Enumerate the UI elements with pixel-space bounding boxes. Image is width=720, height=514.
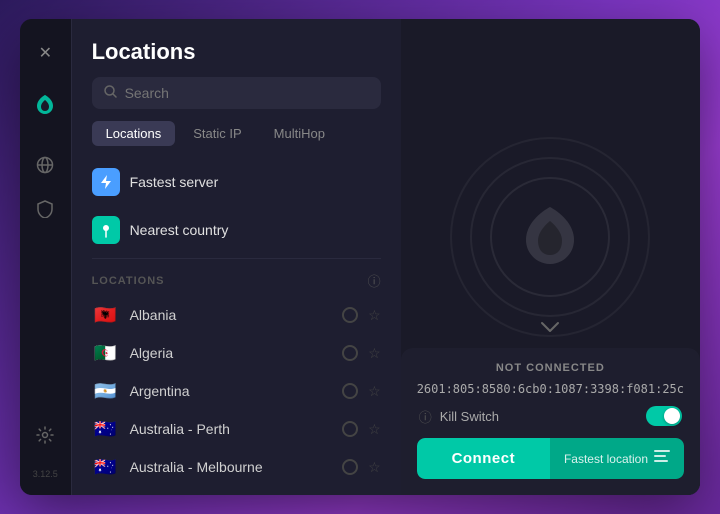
main-content: Locations Locations Static IP MultiHop bbox=[72, 19, 401, 495]
list-item[interactable]: 🇦🇷 Argentina ☆ bbox=[84, 372, 389, 410]
au-perth-star[interactable]: ☆ bbox=[368, 421, 381, 438]
circle-middle bbox=[470, 157, 630, 317]
bottom-panel: NOT CONNECTED 2601:805:8580:6cb0:1087:33… bbox=[401, 348, 700, 495]
argentina-radio[interactable] bbox=[342, 383, 358, 399]
section-label: LOCATIONS bbox=[92, 275, 165, 287]
lightning-icon bbox=[92, 168, 120, 196]
menu-lines-icon bbox=[654, 450, 670, 467]
toggle-thumb bbox=[664, 408, 680, 424]
tab-static-ip[interactable]: Static IP bbox=[179, 121, 255, 146]
list-item[interactable]: 🇦🇺 Australia - Adelaide ☆ bbox=[84, 486, 389, 495]
algeria-radio[interactable] bbox=[342, 345, 358, 361]
au-melbourne-star[interactable]: ☆ bbox=[368, 459, 381, 476]
fastest-server-item[interactable]: Fastest server bbox=[84, 158, 389, 206]
algeria-flag: 🇩🇿 bbox=[92, 343, 120, 363]
albania-label: Albania bbox=[130, 307, 333, 323]
settings-icon-button[interactable] bbox=[27, 417, 63, 453]
search-icon bbox=[104, 85, 117, 101]
info-icon[interactable]: ⓘ bbox=[368, 271, 381, 290]
sidebar-bottom: 3.12.5 bbox=[27, 417, 63, 479]
surfshark-logo-icon[interactable] bbox=[27, 87, 63, 123]
tab-multihop[interactable]: MultiHop bbox=[260, 121, 339, 146]
connection-status: NOT CONNECTED bbox=[417, 362, 684, 374]
algeria-label: Algeria bbox=[130, 345, 333, 361]
albania-radio[interactable] bbox=[342, 307, 358, 323]
page-title: Locations bbox=[92, 39, 381, 65]
au-perth-label: Australia - Perth bbox=[130, 421, 333, 437]
nearest-country-item[interactable]: Nearest country bbox=[84, 206, 389, 254]
argentina-star[interactable]: ☆ bbox=[368, 383, 381, 400]
header: Locations Locations Static IP MultiHop bbox=[72, 19, 401, 158]
vpn-logo-background bbox=[450, 137, 650, 337]
right-panel: NOT CONNECTED 2601:805:8580:6cb0:1087:33… bbox=[401, 19, 700, 495]
section-header: LOCATIONS ⓘ bbox=[84, 263, 389, 296]
close-button[interactable]: ✕ bbox=[27, 35, 63, 71]
list-item[interactable]: 🇦🇺 Australia - Melbourne ☆ bbox=[84, 448, 389, 486]
au-melbourne-flag: 🇦🇺 bbox=[92, 457, 120, 477]
nearest-country-label: Nearest country bbox=[130, 222, 229, 238]
au-melbourne-radio[interactable] bbox=[342, 459, 358, 475]
circle-inner bbox=[490, 177, 610, 297]
connect-row: Connect Fastest location bbox=[417, 438, 684, 479]
pin-icon bbox=[92, 216, 120, 244]
argentina-label: Argentina bbox=[130, 383, 333, 399]
chevron-down-icon[interactable] bbox=[540, 317, 560, 338]
kill-switch-info-icon[interactable]: ⓘ bbox=[419, 407, 432, 426]
kill-switch-toggle[interactable] bbox=[646, 406, 682, 426]
search-bar bbox=[92, 77, 381, 109]
connect-button[interactable]: Connect bbox=[417, 438, 550, 479]
argentina-flag: 🇦🇷 bbox=[92, 381, 120, 401]
globe-icon-button[interactable] bbox=[27, 147, 63, 183]
sidebar: ✕ 3.12.5 bbox=[20, 19, 72, 495]
algeria-star[interactable]: ☆ bbox=[368, 345, 381, 362]
circle-outer bbox=[450, 137, 650, 337]
kill-switch-label: Kill Switch bbox=[440, 409, 638, 424]
version-label: 3.12.5 bbox=[33, 469, 58, 479]
au-melbourne-label: Australia - Melbourne bbox=[130, 459, 333, 475]
shield-icon-button[interactable] bbox=[27, 191, 63, 227]
kill-switch-row: ⓘ Kill Switch bbox=[417, 406, 684, 426]
vpn-logo-icon bbox=[515, 202, 585, 272]
albania-star[interactable]: ☆ bbox=[368, 307, 381, 324]
fastest-location-button[interactable]: Fastest location bbox=[550, 438, 684, 479]
divider bbox=[92, 258, 381, 259]
ip-address: 2601:805:8580:6cb0:1087:3398:f081:25c bbox=[417, 382, 684, 396]
tab-bar: Locations Static IP MultiHop bbox=[92, 121, 381, 146]
list-item[interactable]: 🇦🇱 Albania ☆ bbox=[84, 296, 389, 334]
au-perth-radio[interactable] bbox=[342, 421, 358, 437]
au-perth-flag: 🇦🇺 bbox=[92, 419, 120, 439]
albania-flag: 🇦🇱 bbox=[92, 305, 120, 325]
app-window: ✕ 3.12.5 bbox=[20, 19, 700, 495]
fastest-server-label: Fastest server bbox=[130, 174, 219, 190]
location-list: Fastest server Nearest country LOCATIONS… bbox=[72, 158, 401, 495]
fastest-location-label: Fastest location bbox=[564, 452, 648, 466]
list-item[interactable]: 🇦🇺 Australia - Perth ☆ bbox=[84, 410, 389, 448]
list-item[interactable]: 🇩🇿 Algeria ☆ bbox=[84, 334, 389, 372]
tab-locations[interactable]: Locations bbox=[92, 121, 176, 146]
search-input[interactable] bbox=[125, 85, 369, 101]
